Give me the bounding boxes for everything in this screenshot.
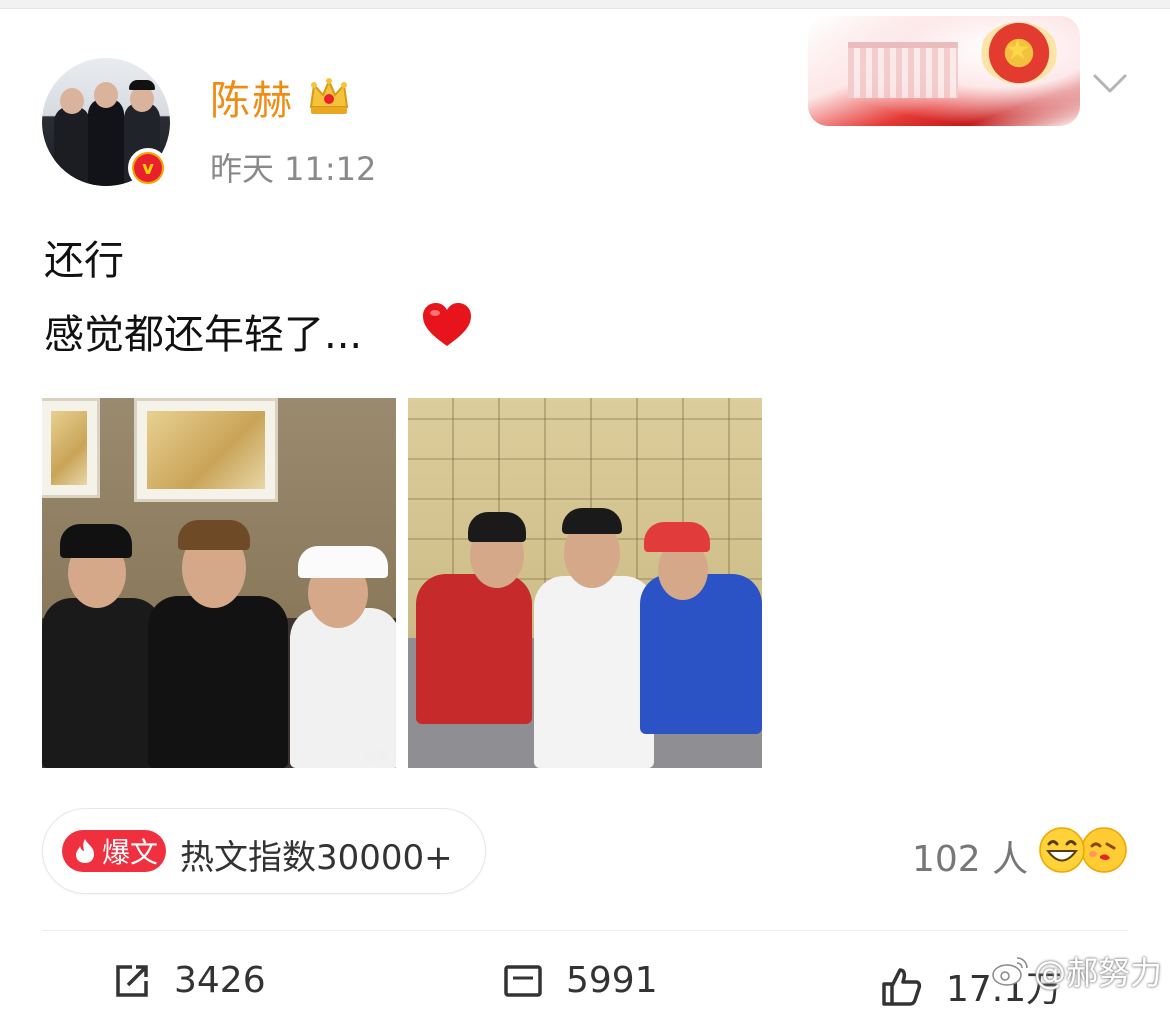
- person-body: [290, 608, 396, 768]
- person-cap: [468, 512, 526, 542]
- post-timestamp: 昨天 11:12: [210, 150, 377, 188]
- top-divider: [0, 0, 1170, 9]
- person-body: [534, 576, 654, 768]
- avatar-face: [94, 82, 118, 108]
- flame-icon: [76, 839, 94, 863]
- avatar-cap: [129, 80, 155, 90]
- action-divider: [42, 930, 1128, 931]
- decorative-banner: ★: [808, 16, 1080, 126]
- comment-button[interactable]: 5991: [502, 960, 658, 1001]
- post-image[interactable]: @陈: [42, 398, 396, 768]
- post-image[interactable]: [408, 398, 762, 768]
- person-body: [42, 598, 162, 768]
- person-body: [640, 574, 762, 734]
- person-body: [416, 574, 532, 724]
- wall-frame: [42, 398, 100, 498]
- post-text-line: 感觉都还年轻了...: [44, 312, 363, 358]
- building-graphic: [848, 42, 958, 98]
- chevron-down-icon[interactable]: [1092, 70, 1128, 98]
- overlay-watermark-text: @郝努力: [1034, 954, 1163, 992]
- wall-frame: [134, 398, 278, 502]
- person-cap: [298, 546, 388, 578]
- hot-tag: 爆文: [62, 830, 166, 872]
- repost-icon: [116, 964, 148, 997]
- grin-emoji: [1039, 827, 1085, 873]
- repost-button[interactable]: 3426: [112, 960, 266, 1001]
- avatar-face: [60, 88, 84, 114]
- photo-watermark: @陈: [363, 749, 388, 763]
- person-hair: [178, 520, 250, 550]
- author-name[interactable]: 陈赫: [210, 68, 294, 126]
- star-icon: ★: [1005, 33, 1031, 66]
- overlay-watermark: @郝努力: [990, 948, 1162, 994]
- hot-index-text: 热文指数30000+: [180, 838, 453, 878]
- post-text-line: 还行: [44, 238, 124, 284]
- like-icon: [882, 968, 922, 1006]
- wall-art: [147, 411, 265, 489]
- wall-art: [51, 411, 87, 485]
- person-hair: [562, 508, 622, 534]
- avatar-figure: [54, 106, 90, 186]
- person-cap: [644, 522, 710, 552]
- reaction-count[interactable]: 102 人: [912, 830, 1028, 882]
- weibo-logo-icon: [992, 957, 1028, 986]
- kiss-emoji: [1081, 827, 1127, 873]
- crown-icon[interactable]: [306, 73, 352, 119]
- comment-icon: [504, 964, 542, 997]
- comment-count: 5991: [566, 960, 658, 1001]
- heart-emoji: [423, 303, 471, 346]
- repost-count: 3426: [174, 960, 266, 1001]
- person-body: [148, 596, 288, 768]
- avatar-figure: [88, 98, 124, 186]
- verified-icon: v: [128, 148, 168, 188]
- hot-tag-label: 爆文: [102, 836, 159, 869]
- person-cap: [60, 524, 132, 558]
